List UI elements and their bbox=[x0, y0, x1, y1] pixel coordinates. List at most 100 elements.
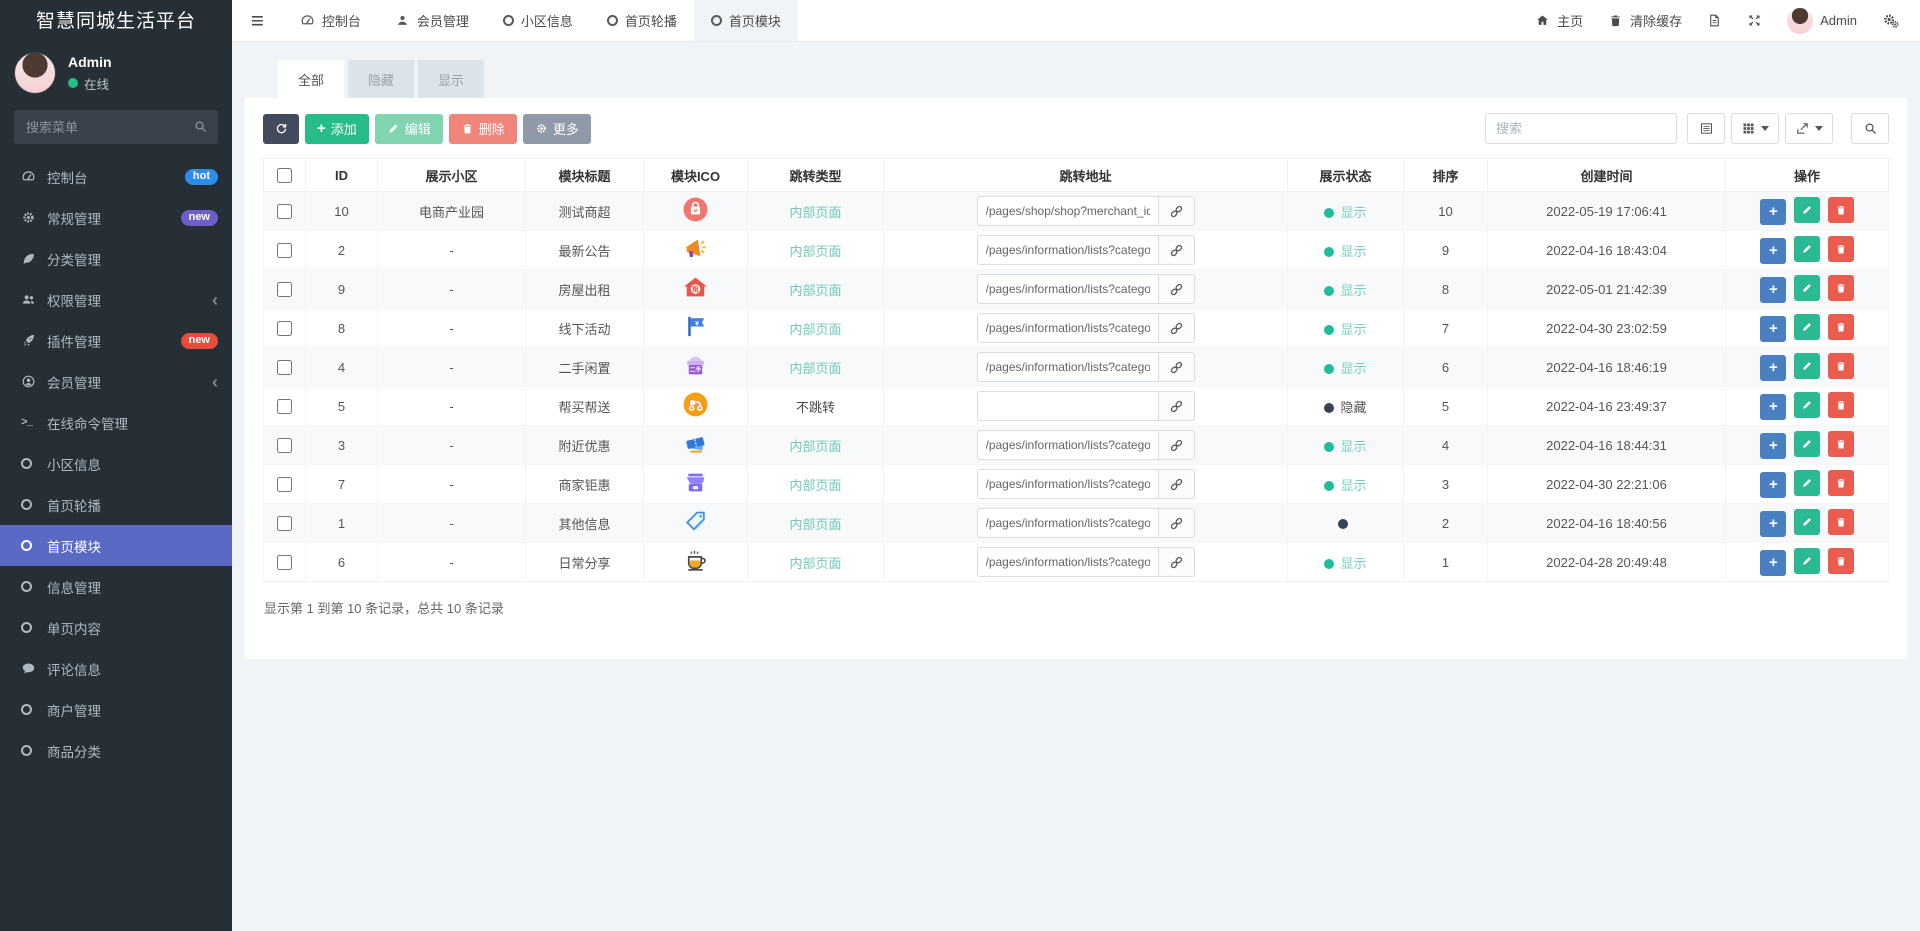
settings-button[interactable] bbox=[1882, 12, 1900, 30]
sidebar-item-商品分类[interactable]: 商品分类 bbox=[0, 730, 232, 771]
row-checkbox[interactable] bbox=[277, 282, 292, 298]
filter-tab-隐藏[interactable]: 隐藏 bbox=[348, 60, 415, 98]
sidebar-item-首页轮播[interactable]: 首页轮播 bbox=[0, 484, 232, 525]
jump-url-input[interactable] bbox=[976, 196, 1159, 226]
link-button[interactable] bbox=[1158, 508, 1195, 538]
row-delete-button[interactable] bbox=[1827, 509, 1854, 536]
row-checkbox[interactable] bbox=[277, 438, 292, 454]
row-add-button[interactable]: + bbox=[1760, 276, 1787, 303]
more-button[interactable]: 更多 bbox=[522, 113, 591, 144]
sidebar-item-权限管理[interactable]: 权限管理 ‹ bbox=[0, 279, 232, 320]
link-button[interactable] bbox=[1158, 391, 1195, 421]
row-checkbox[interactable] bbox=[277, 321, 292, 337]
tab-首页轮播[interactable]: 首页轮播 bbox=[590, 0, 694, 41]
status-label[interactable]: 显示 bbox=[1340, 205, 1366, 220]
sidebar-item-评论信息[interactable]: 评论信息 bbox=[0, 648, 232, 689]
status-label[interactable]: 显示 bbox=[1340, 556, 1366, 571]
sidebar-item-常规管理[interactable]: 常规管理 new bbox=[0, 197, 232, 238]
status-label[interactable]: 显示 bbox=[1340, 322, 1366, 337]
status-label[interactable]: 显示 bbox=[1340, 361, 1366, 376]
row-checkbox[interactable] bbox=[277, 477, 292, 493]
edit-button[interactable]: 编辑 bbox=[374, 113, 443, 144]
add-button[interactable]: + 添加 bbox=[305, 113, 369, 144]
row-edit-button[interactable] bbox=[1794, 314, 1820, 341]
jump-url-input[interactable] bbox=[976, 469, 1159, 499]
table-search-input[interactable] bbox=[1485, 113, 1677, 144]
row-edit-button[interactable] bbox=[1794, 548, 1820, 575]
row-add-button[interactable]: + bbox=[1760, 315, 1787, 342]
row-checkbox[interactable] bbox=[277, 399, 292, 415]
home-button[interactable]: 主页 bbox=[1535, 11, 1583, 30]
status-label[interactable]: 显示 bbox=[1340, 478, 1366, 493]
select-all-checkbox[interactable] bbox=[277, 168, 292, 184]
jump-url-input[interactable] bbox=[976, 391, 1159, 421]
clear-cache-button[interactable]: 清除缓存 bbox=[1608, 11, 1682, 30]
status-label[interactable]: 显示 bbox=[1340, 439, 1366, 454]
row-delete-button[interactable] bbox=[1827, 392, 1854, 419]
row-delete-button[interactable] bbox=[1827, 548, 1854, 575]
row-edit-button[interactable] bbox=[1794, 392, 1820, 419]
sidebar-item-会员管理[interactable]: 会员管理 ‹ bbox=[0, 361, 232, 402]
row-checkbox[interactable] bbox=[277, 243, 292, 259]
export-button[interactable] bbox=[1785, 113, 1833, 144]
refresh-button[interactable] bbox=[263, 113, 299, 144]
link-button[interactable] bbox=[1158, 430, 1195, 460]
filter-tab-显示[interactable]: 显示 bbox=[418, 60, 485, 98]
row-checkbox[interactable] bbox=[277, 360, 292, 376]
sidebar-item-商户管理[interactable]: 商户管理 bbox=[0, 689, 232, 730]
link-button[interactable] bbox=[1158, 274, 1195, 304]
row-edit-button[interactable] bbox=[1794, 275, 1820, 302]
row-delete-button[interactable] bbox=[1827, 236, 1854, 263]
link-button[interactable] bbox=[1158, 196, 1195, 226]
sidebar-item-首页模块[interactable]: 首页模块 bbox=[0, 525, 232, 566]
row-add-button[interactable]: + bbox=[1760, 354, 1787, 381]
row-delete-button[interactable] bbox=[1827, 314, 1854, 341]
filter-tab-全部[interactable]: 全部 bbox=[278, 60, 345, 98]
row-add-button[interactable]: + bbox=[1760, 393, 1787, 420]
link-button[interactable] bbox=[1158, 313, 1195, 343]
tab-小区信息[interactable]: 小区信息 bbox=[486, 0, 590, 41]
row-edit-button[interactable] bbox=[1794, 197, 1820, 224]
search-submit-button[interactable] bbox=[1851, 113, 1889, 144]
row-edit-button[interactable] bbox=[1794, 431, 1820, 458]
jump-url-input[interactable] bbox=[976, 274, 1159, 304]
admin-menu[interactable]: Admin bbox=[1787, 7, 1857, 34]
sidebar-item-单页内容[interactable]: 单页内容 bbox=[0, 607, 232, 648]
columns-button[interactable] bbox=[1731, 113, 1779, 144]
link-button[interactable] bbox=[1158, 547, 1195, 577]
row-add-button[interactable]: + bbox=[1760, 432, 1787, 459]
sidebar-item-信息管理[interactable]: 信息管理 bbox=[0, 566, 232, 607]
row-add-button[interactable]: + bbox=[1760, 471, 1787, 498]
row-edit-button[interactable] bbox=[1794, 353, 1820, 380]
jump-url-input[interactable] bbox=[976, 508, 1159, 538]
status-label[interactable]: 隐藏 bbox=[1340, 400, 1366, 415]
row-edit-button[interactable] bbox=[1794, 509, 1820, 536]
link-button[interactable] bbox=[1158, 469, 1195, 499]
row-add-button[interactable]: + bbox=[1760, 237, 1787, 264]
row-delete-button[interactable] bbox=[1827, 431, 1854, 458]
row-delete-button[interactable] bbox=[1827, 470, 1854, 497]
jump-url-input[interactable] bbox=[976, 235, 1159, 265]
jump-url-input[interactable] bbox=[976, 547, 1159, 577]
page-document-button[interactable] bbox=[1707, 13, 1722, 28]
row-delete-button[interactable] bbox=[1827, 353, 1854, 380]
row-edit-button[interactable] bbox=[1794, 470, 1820, 497]
detail-view-button[interactable] bbox=[1687, 113, 1725, 144]
jump-url-input[interactable] bbox=[976, 352, 1159, 382]
link-button[interactable] bbox=[1158, 352, 1195, 382]
status-label[interactable]: 显示 bbox=[1340, 244, 1366, 259]
sidebar-item-在线命令管理[interactable]: >_ 在线命令管理 bbox=[0, 402, 232, 443]
sidebar-item-小区信息[interactable]: 小区信息 bbox=[0, 443, 232, 484]
row-add-button[interactable]: + bbox=[1760, 549, 1787, 576]
jump-url-input[interactable] bbox=[976, 430, 1159, 460]
sidebar-item-控制台[interactable]: 控制台 hot bbox=[0, 156, 232, 197]
tab-首页模块[interactable]: 首页模块 bbox=[693, 0, 798, 41]
delete-button[interactable]: 删除 bbox=[448, 113, 517, 144]
row-checkbox[interactable] bbox=[277, 555, 292, 571]
tab-会员管理[interactable]: 会员管理 bbox=[378, 0, 486, 41]
row-edit-button[interactable] bbox=[1794, 236, 1820, 263]
link-button[interactable] bbox=[1158, 235, 1195, 265]
row-delete-button[interactable] bbox=[1827, 275, 1854, 302]
row-delete-button[interactable] bbox=[1827, 197, 1854, 224]
hamburger-icon[interactable]: ≡ bbox=[251, 9, 264, 32]
